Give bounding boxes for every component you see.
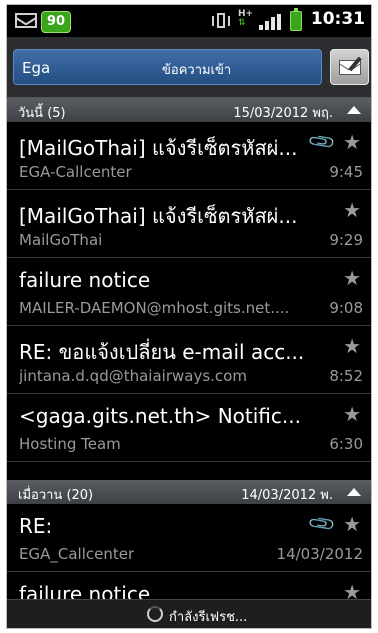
message-sender: MailGoThai [19,231,103,249]
message-time: 9:08 [326,299,363,317]
account-name: Ega [22,59,51,77]
loading-spinner-icon [147,606,163,622]
message-subject: [MailGoThai] แจ้งรีเซ็ตรหัสผ่... [19,204,298,228]
message-subject: failure notice [19,268,151,292]
message-sender: jintana.d.qd@thaiairways.com [19,367,247,385]
message-time: 9:29 [326,231,363,249]
mail-header: Ega ข้อความเข้า [7,37,371,98]
battery-icon [290,8,302,31]
section-header-yesterday[interactable]: เมื่อวาน (20) 14/03/2012 พ. [7,480,371,504]
message-row[interactable]: [MailGoThai] แจ้งรีเซ็ตรหัสผ่... 📎 ★ EGA… [7,122,371,190]
message-sender: EGA-Callcenter [19,163,132,181]
message-row[interactable]: RE: 📎 ★ EGA_Callcenter 14/03/2012 [7,504,371,572]
section-date: 14/03/2012 พ. [241,488,333,503]
refresh-status-bar: กำลังรีเฟรช... [7,599,371,628]
compose-button[interactable] [330,49,369,85]
status-bar: 90 H+ ⇅ 10:31 [7,5,371,37]
message-sender: Hosting Team [19,435,121,453]
section-date: 15/03/2012 พฤ. [233,106,333,121]
folder-name: ข้อความเข้า [162,63,232,78]
status-time: 10:31 [310,9,365,29]
star-icon[interactable]: ★ [343,402,361,426]
star-icon[interactable]: ★ [343,266,361,290]
message-row[interactable]: RE: ขอแจ้งเปลี่ยน e-mail acc... ★ jintan… [7,326,371,394]
message-row[interactable]: [MailGoThai] แจ้งรีเซ็ตรหัสผ่... ★ MailG… [7,190,371,258]
account-folder-selector[interactable]: Ega ข้อความเข้า [13,49,322,85]
star-icon[interactable]: ★ [343,198,361,222]
network-type-icon: H+ ⇅ [238,9,254,28]
notification-count-badge: 90 [41,11,72,33]
message-time: 14/03/2012 [273,545,363,563]
message-time: 8:52 [326,367,363,385]
collapse-arrow-icon [347,106,361,114]
section-label: เมื่อวาน (20) [18,488,94,503]
message-sender: MAILER-DAEMON@mhost.gits.net.... [19,299,290,317]
message-row[interactable]: failure notice ★ MAILER-DAEMON@mhost.git… [7,258,371,326]
message-subject: RE: ขอแจ้งเปลี่ยน e-mail acc... [19,340,305,364]
section-header-today[interactable]: วันนี้ (5) 15/03/2012 พฤ. [7,98,371,122]
signal-strength-icon [259,14,281,30]
message-sender: EGA_Callcenter [19,545,135,563]
star-icon[interactable]: ★ [343,512,361,536]
phone-screen: 90 H+ ⇅ 10:31 Ega ข้อความเข้า วันนี้ (5) … [6,4,372,629]
section-label: วันนี้ (5) [18,106,66,121]
star-icon[interactable]: ★ [343,334,361,358]
message-row[interactable]: <gaga.gits.net.th> Notific... ★ Hosting … [7,394,371,462]
star-icon[interactable]: ★ [343,130,361,154]
refresh-status-text: กำลังรีเฟรช... [169,610,248,625]
message-subject: [MailGoThai] แจ้งรีเซ็ตรหัสผ่... [19,136,298,160]
mail-notification-icon [15,13,37,28]
message-time: 6:30 [326,435,363,453]
vibrate-icon [212,12,230,30]
collapse-arrow-icon [347,488,361,496]
message-subject: RE: [19,514,53,538]
message-time: 9:45 [326,163,363,181]
message-subject: <gaga.gits.net.th> Notific... [19,404,301,428]
